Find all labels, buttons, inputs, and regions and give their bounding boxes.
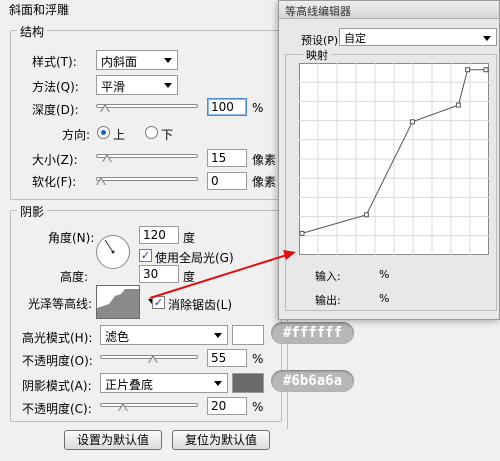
annotation-arrow [149,250,296,299]
